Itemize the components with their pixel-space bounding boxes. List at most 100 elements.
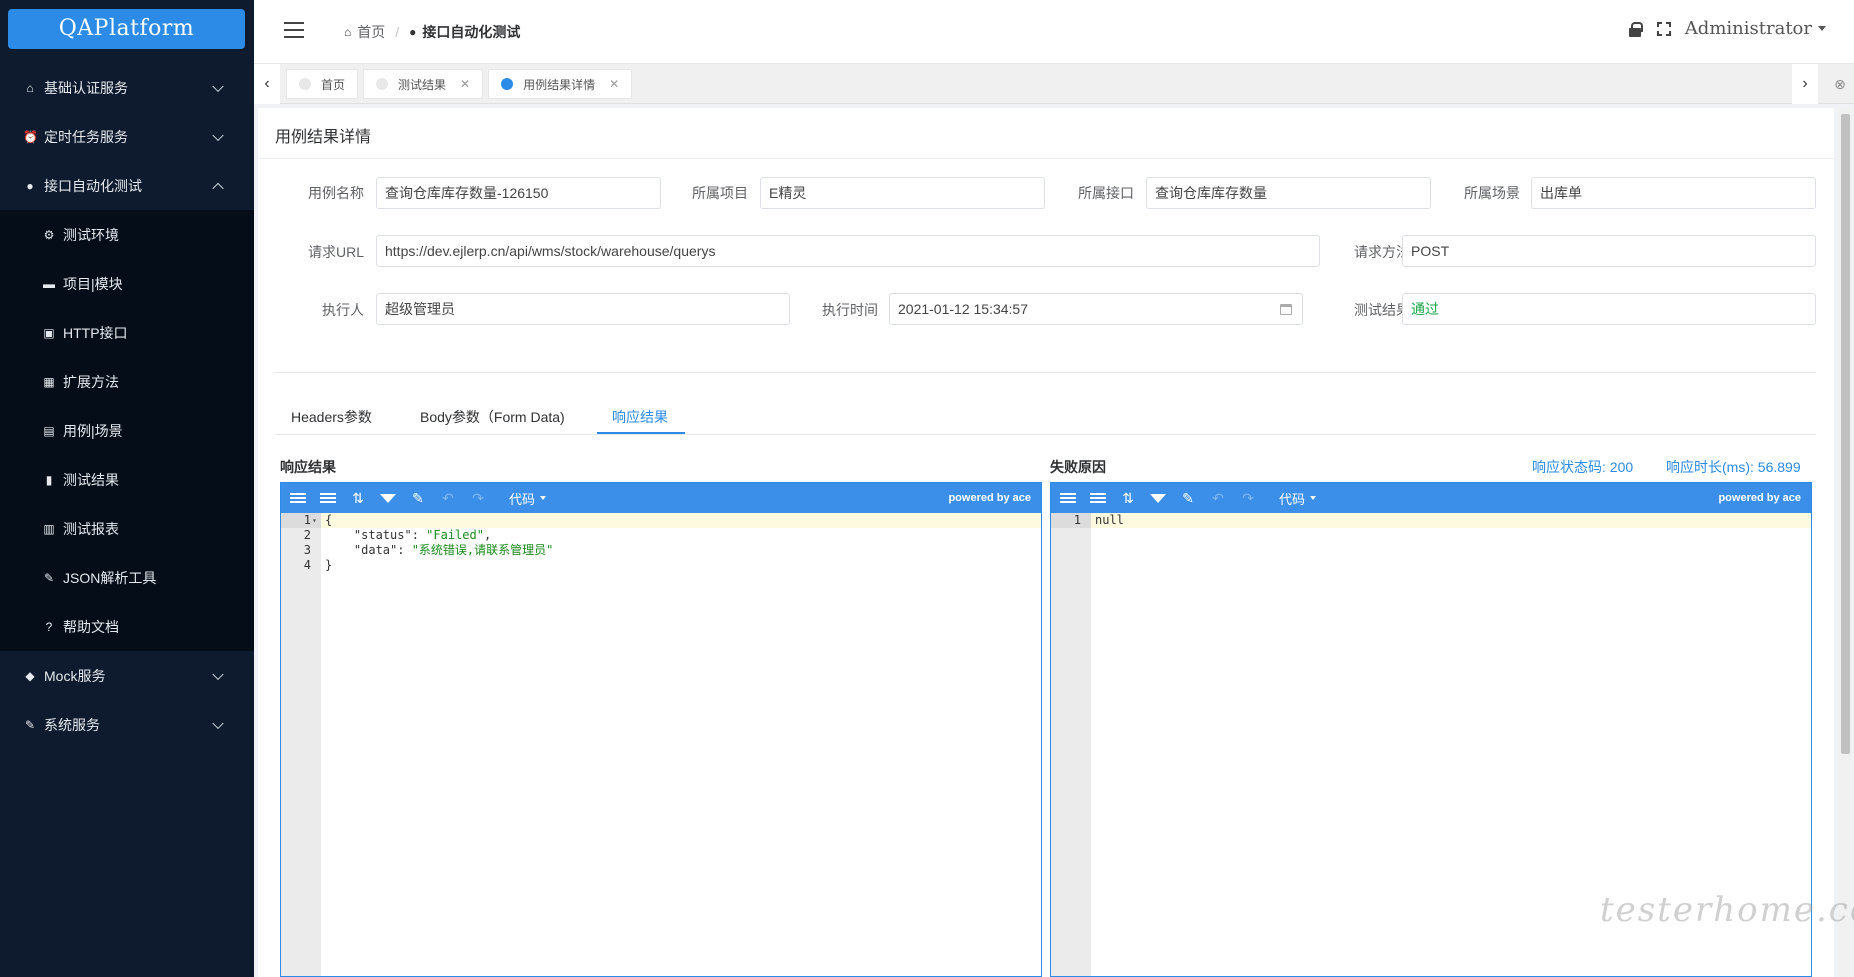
interface-field[interactable]: 查询仓库库存数量 xyxy=(1146,177,1431,209)
filter-icon[interactable] xyxy=(379,490,397,506)
code-token: "status": xyxy=(325,528,427,542)
breadcrumb-home[interactable]: 首页 xyxy=(357,22,385,42)
sidebar-item-sidebar-items-0[interactable]: ⌂ 基础认证服务 xyxy=(0,63,254,112)
sidebar-menu: ⌂ 基础认证服务 ⏰ 定时任务服务 ● 接口自动化测试 ⚙ 测试环境 ▬ 项目|模块 ▣ HTTP接口… xyxy=(0,63,254,749)
chevron-down-icon xyxy=(212,717,224,729)
tab-body-params[interactable]: Body参数（Form Data) xyxy=(420,407,565,427)
app-logo[interactable]: QAPlatform xyxy=(8,9,245,49)
sidebar-item-label: Mock服务 xyxy=(44,667,106,684)
editor-mode-label: 代码 xyxy=(509,491,536,507)
editor-gutter xyxy=(281,513,321,976)
sort-icon[interactable]: ⇅ xyxy=(1119,490,1137,506)
code-line: 1 null xyxy=(1051,513,1811,528)
tabs-scroll-right-icon[interactable]: › xyxy=(1792,64,1818,104)
code-token: "data": xyxy=(325,543,412,557)
editor-mode-dropdown[interactable]: 代码 xyxy=(1279,489,1317,508)
tabs-bar: ‹ 首页 测试结果 ✕ 用例结果详情 ✕ › ⊗ xyxy=(254,64,1854,104)
json-string: "系统错误,请联系管理员" xyxy=(411,543,554,557)
format-icon[interactable] xyxy=(1059,490,1077,506)
sidebar-item-sidebar-subitems-2[interactable]: ▣ HTTP接口 xyxy=(0,308,254,357)
close-icon[interactable]: ✕ xyxy=(609,77,619,91)
sidebar-item-sidebar-subitems-8[interactable]: ? 帮助文档 xyxy=(0,602,254,651)
sidebar-item-sidebar-subitems-7[interactable]: ✎ JSON解析工具 xyxy=(0,553,254,602)
sidebar-item-sidebar-items-2[interactable]: ● 接口自动化测试 xyxy=(0,161,254,210)
code-line: 3 "data": "系统错误,请联系管理员" xyxy=(281,543,1041,558)
sidebar-item-sidebar-bottom_items-0[interactable]: ◆ Mock服务 xyxy=(0,651,254,700)
code-line: 4} xyxy=(281,558,1041,573)
drop-icon: ● xyxy=(409,25,417,39)
redo-icon[interactable]: ↷ xyxy=(469,490,487,506)
sidebar-item-sidebar-bottom_items-1[interactable]: ✎ 系统服务 xyxy=(0,700,254,749)
request-method-field[interactable]: POST xyxy=(1402,235,1816,267)
editor-body[interactable]: 1 ▾{2 "status": "Failed", 3 "data": "系统错误,… xyxy=(281,513,1041,976)
breadcrumb-current: 接口自动化测试 xyxy=(422,24,521,40)
sidebar-item-sidebar-subitems-6[interactable]: ▥ 测试报表 xyxy=(0,504,254,553)
tab-response-result[interactable]: 响应结果 xyxy=(612,407,668,427)
close-all-tabs-icon[interactable]: ⊗ xyxy=(1826,64,1854,104)
tab-1[interactable]: 测试结果 ✕ xyxy=(363,69,484,99)
fold-toggle-icon[interactable]: ▾ xyxy=(312,513,317,528)
page-scrollbar[interactable] xyxy=(1838,108,1852,977)
close-icon[interactable]: ✕ xyxy=(460,77,470,91)
sidebar-item-sidebar-subitems-1[interactable]: ▬ 项目|模块 xyxy=(0,259,254,308)
code-token: { xyxy=(325,513,333,527)
tab-2[interactable]: 用例结果详情 ✕ xyxy=(488,69,633,99)
editor-mode-label: 代码 xyxy=(1279,491,1306,507)
calendar-icon[interactable] xyxy=(1280,304,1292,315)
tab-headers-params[interactable]: Headers参数 xyxy=(291,407,372,427)
sidebar-item-sidebar-subitems-3[interactable]: ▦ 扩展方法 xyxy=(0,357,254,406)
test-result-field[interactable]: 通过 xyxy=(1402,293,1816,325)
exec-time-field[interactable]: 2021-01-12 15:34:57 xyxy=(889,293,1303,325)
format-icon[interactable] xyxy=(289,490,307,506)
scene-field[interactable]: 出库单 xyxy=(1531,177,1816,209)
drop-icon: ● xyxy=(26,178,34,193)
top-header: ⌂ 首页 / ● 接口自动化测试 Administrator xyxy=(254,0,1854,64)
sidebar-item-label: 接口自动化测试 xyxy=(44,177,142,194)
sidebar-item-sidebar-items-1[interactable]: ⏰ 定时任务服务 xyxy=(0,112,254,161)
executor-field[interactable]: 超级管理员 xyxy=(376,293,790,325)
lock-icon[interactable] xyxy=(1628,21,1643,37)
wrench-icon[interactable]: ✎ xyxy=(409,490,427,506)
chevron-down-icon xyxy=(212,80,224,92)
sort-icon[interactable]: ⇅ xyxy=(349,490,367,506)
grid-icon: ▦ xyxy=(43,374,55,389)
status-code-readout: 响应状态码: 200 xyxy=(1532,457,1633,477)
editor-mode-dropdown[interactable]: 代码 xyxy=(509,489,547,508)
tabs-underline xyxy=(275,434,1816,435)
file-icon: ▮ xyxy=(45,472,53,487)
project-field[interactable]: E精灵 xyxy=(760,177,1045,209)
user-menu[interactable]: Administrator xyxy=(1685,18,1812,39)
executor-label: 执行人 xyxy=(322,302,364,318)
wrench-icon[interactable]: ✎ xyxy=(1179,490,1197,506)
code-text: } xyxy=(325,558,332,573)
request-url-field[interactable]: https://dev.ejlerp.cn/api/wms/stock/ware… xyxy=(376,235,1320,267)
line-number: 2 xyxy=(303,528,311,542)
watermark: testerhome.com xyxy=(1600,890,1854,930)
tab-0[interactable]: 首页 xyxy=(286,69,359,99)
compact-icon[interactable] xyxy=(319,490,337,506)
hamburger-menu-icon[interactable] xyxy=(284,22,304,38)
scrollbar-thumb[interactable] xyxy=(1841,114,1850,754)
status-code-value: 200 xyxy=(1609,459,1634,475)
undo-icon[interactable]: ↶ xyxy=(1209,490,1227,506)
sidebar-item-sidebar-subitems-5[interactable]: ▮ 测试结果 xyxy=(0,455,254,504)
exec-time-label: 执行时间 xyxy=(822,302,878,318)
section-divider xyxy=(275,372,1816,373)
editor-toolbar: ⇅ ✎ ↶ ↷ 代码 powered by ace xyxy=(281,483,1041,513)
sidebar-item-sidebar-subitems-4[interactable]: ▤ 用例|场景 xyxy=(0,406,254,455)
fullscreen-icon[interactable] xyxy=(1656,21,1671,36)
redo-icon[interactable]: ↷ xyxy=(1239,490,1257,506)
case-name-field[interactable]: 查询仓库库存数量-126150 xyxy=(376,177,661,209)
tabs-scroll-left-icon[interactable]: ‹ xyxy=(254,64,280,104)
response-editor[interactable]: ⇅ ✎ ↶ ↷ 代码 powered by ace 1 ▾ {2 "status": "Fail… xyxy=(280,482,1042,977)
sidebar-item-label: 测试报表 xyxy=(63,520,119,537)
code-token: } xyxy=(325,558,333,572)
compact-icon[interactable] xyxy=(1089,490,1107,506)
code-line: 2 "status": "Failed", xyxy=(281,528,1041,543)
undo-icon[interactable]: ↶ xyxy=(439,490,457,506)
filter-icon[interactable] xyxy=(1149,490,1167,506)
sidebar-item-label: 测试环境 xyxy=(63,226,119,243)
json-string: "Failed" xyxy=(426,528,484,542)
sidebar-item-sidebar-subitems-0[interactable]: ⚙ 测试环境 xyxy=(0,210,254,259)
caret-down-icon[interactable] xyxy=(1818,26,1826,31)
